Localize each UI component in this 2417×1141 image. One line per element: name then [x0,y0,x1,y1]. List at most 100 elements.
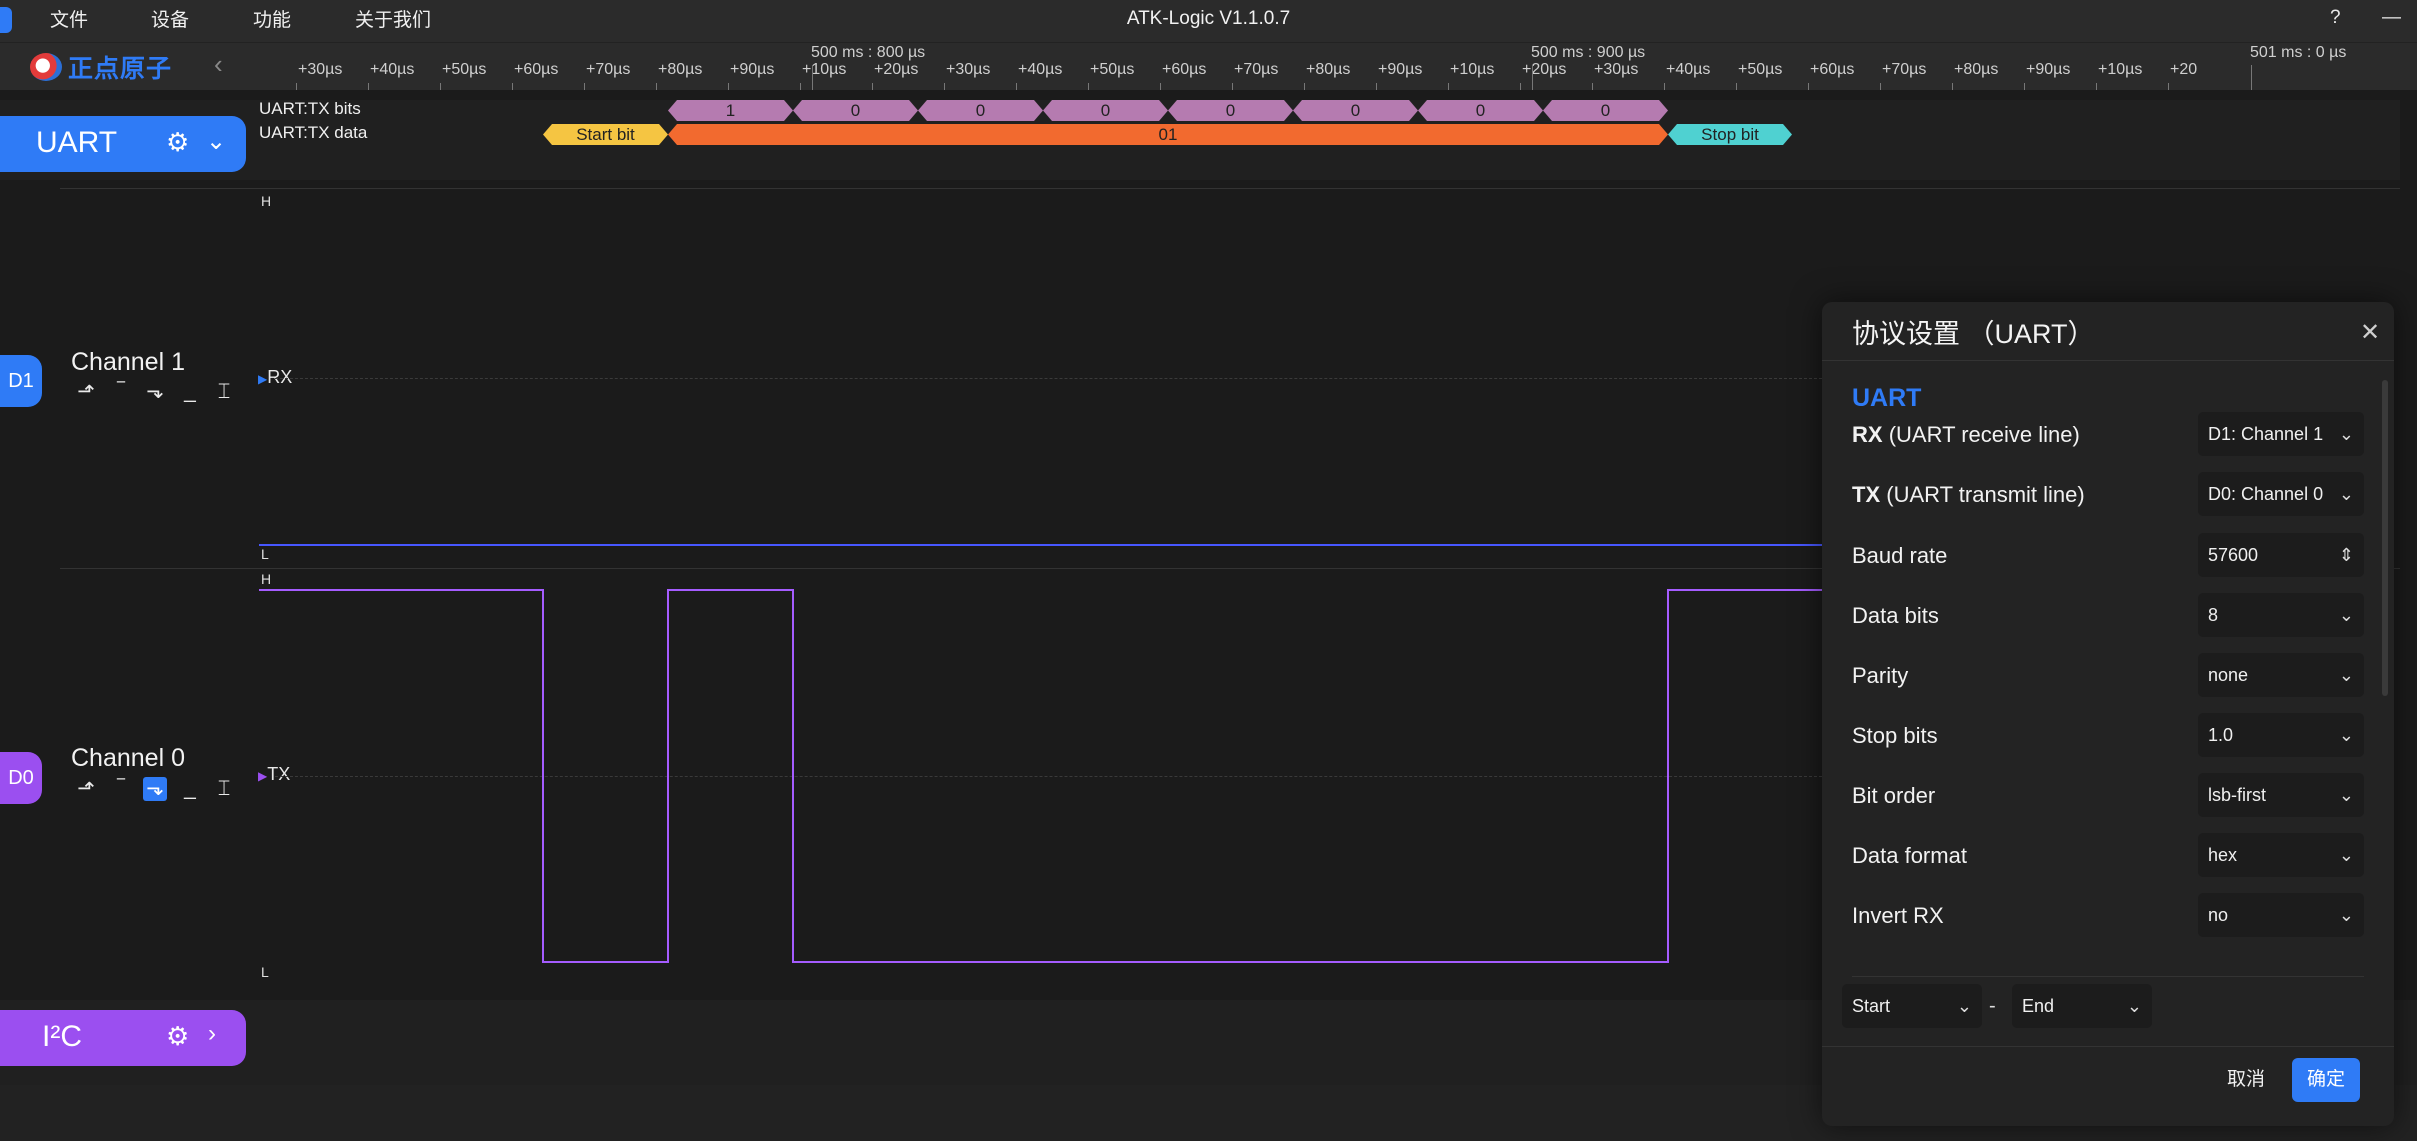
app-icon [0,7,12,33]
field-label: Bit order [1852,783,1935,809]
field-label-text: Invert RX [1852,903,1944,928]
time-ruler: 正点原子 ‹ +30µs +40µs +50µs +60µs +70µs +80µs +90… [0,42,2417,91]
ruler-tick-label: +70µs [1882,61,1927,78]
field-key: RX [1852,422,1883,447]
field-value: D1: Channel 1 [2208,424,2324,444]
title-bar: 文件 设备 功能 关于我们 ATK-Logic V1.1.0.7 ? — [0,0,2417,42]
ruler-tick-label: +50µs [442,61,487,78]
ruler-tick-label: +60µs [1810,61,1855,78]
dialog-divider [1822,360,2394,361]
ruler-tick-label: +30µs [298,61,343,78]
field-label-text: Data bits [1852,603,1939,628]
ruler-tick-label: +60µs [514,61,559,78]
spinner-icon: ⇕ [2338,545,2354,565]
range-separator: - [1989,995,1996,1017]
field-label: Stop bits [1852,723,1938,749]
ruler-tick-label: +30µs [946,61,991,78]
field-select[interactable]: no ⌄ [2198,893,2364,937]
field-label-text: Data format [1852,843,1967,868]
ruler-tick-label: +40µs [1666,61,1711,78]
field-value: lsb-first [2208,785,2266,805]
menu-device[interactable]: 设备 [151,0,189,42]
ruler-tick-label: +80µs [1954,61,1999,78]
range-end-value: End [2022,996,2055,1016]
chevron-down-icon: ⌄ [2338,424,2354,444]
field-select[interactable]: 8 ⌄ [2198,593,2364,637]
collapse-panel-icon[interactable]: ‹ [214,49,223,80]
field-select[interactable]: hex ⌄ [2198,833,2364,877]
menu-about[interactable]: 关于我们 [355,0,431,42]
field-value: 1.0 [2208,725,2234,745]
field-label-text: Parity [1852,663,1909,688]
field-select[interactable]: none ⌄ [2198,653,2364,697]
ruler-major-tick [812,65,813,91]
ruler-tick-label: +30µs [1594,61,1639,78]
brand-logo-text: 正点原子 [68,55,173,83]
gear-icon[interactable]: ⚙ [166,1021,189,1052]
field-label-text: Baud rate [1852,543,1948,568]
ruler-tick-label: +40µs [370,61,415,78]
ruler-tick-label: +10µs [2098,61,2143,78]
help-button[interactable]: ? [2330,0,2341,38]
chevron-down-icon: ⌄ [2338,845,2354,865]
range-end-select[interactable]: End ⌄ [2012,984,2152,1028]
ruler-major-tick [2251,65,2252,91]
field-label: Data bits [1852,603,1939,629]
ruler-tick-label: +10µs [1450,61,1495,78]
brand-logo: 正点原子 [30,52,173,83]
range-start-value: Start [1852,996,1891,1016]
ruler-tick-label: +90µs [730,61,775,78]
field-value: hex [2208,845,2238,865]
field-value: 57600 [2208,545,2259,565]
ruler-tick-label: +20µs [1522,61,1567,78]
menu-file[interactable]: 文件 [50,0,88,42]
ruler-tick-label: +90µs [2026,61,2071,78]
chevron-down-icon: ⌄ [2338,905,2354,925]
ruler-tick-label: +10µs [802,61,847,78]
field-label-text: (UART receive line) [1888,422,2080,447]
i2c-decoder-name: I²C [42,1020,82,1053]
ruler-tick-label: +50µs [1090,61,1135,78]
i2c-decoder-chip[interactable]: I²C ⚙ › [0,1010,246,1066]
ruler-tick-label: +80µs [658,61,703,78]
field-select[interactable]: D0: Channel 0 ⌄ [2198,472,2364,516]
dialog-title: 协议设置 （UART） [1852,319,2095,349]
field-select[interactable]: 1.0 ⌄ [2198,713,2364,757]
close-icon[interactable]: ✕ [2360,318,2380,347]
chevron-down-icon: ⌄ [2338,785,2354,805]
ruler-marker: 500 ms : 900 µs [1531,44,1646,61]
ruler-marker: 501 ms : 0 µs [2250,44,2347,61]
ruler-tick-label: +40µs [1018,61,1063,78]
field-value: 8 [2208,605,2219,625]
field-value: D0: Channel 0 [2208,484,2324,504]
chevron-down-icon: ⌄ [2126,996,2142,1016]
field-label: Data format [1852,843,1967,869]
ruler-tick-label: +90µs [1378,61,1423,78]
chevron-down-icon: ⌄ [1956,996,1972,1016]
field-select[interactable]: D1: Channel 1 ⌄ [2198,412,2364,456]
field-select[interactable]: 57600 ⇕ [2198,533,2364,577]
field-label: TX (UART transmit line) [1852,482,2085,508]
cancel-button[interactable]: 取消 [2212,1058,2280,1102]
minimize-button[interactable]: — [2382,0,2401,38]
ruler-tick-label: +20 [2170,61,2198,78]
brand-logo-icon [30,53,62,81]
protocol-settings-dialog: 协议设置 （UART） ✕ UART RX (UART receive line… [1822,302,2394,1126]
field-label: RX (UART receive line) [1852,422,2080,448]
menu-function[interactable]: 功能 [253,0,291,42]
dialog-divider [1822,1046,2394,1047]
chevron-right-icon[interactable]: › [208,1020,216,1048]
ruler-tick-label: +80µs [1306,61,1351,78]
field-label-text: Stop bits [1852,723,1938,748]
ruler-major-tick [1532,65,1533,91]
chevron-down-icon: ⌄ [2338,725,2354,745]
dialog-divider [1852,976,2364,977]
range-start-select[interactable]: Start ⌄ [1842,984,1982,1028]
ruler-tick-label: +20µs [874,61,919,78]
field-select[interactable]: lsb-first ⌄ [2198,773,2364,817]
ok-button[interactable]: 确定 [2292,1058,2360,1102]
chevron-down-icon: ⌄ [2338,605,2354,625]
ruler-tick-label: +50µs [1738,61,1783,78]
dialog-scrollbar[interactable] [2382,380,2388,696]
field-value: none [2208,665,2249,685]
